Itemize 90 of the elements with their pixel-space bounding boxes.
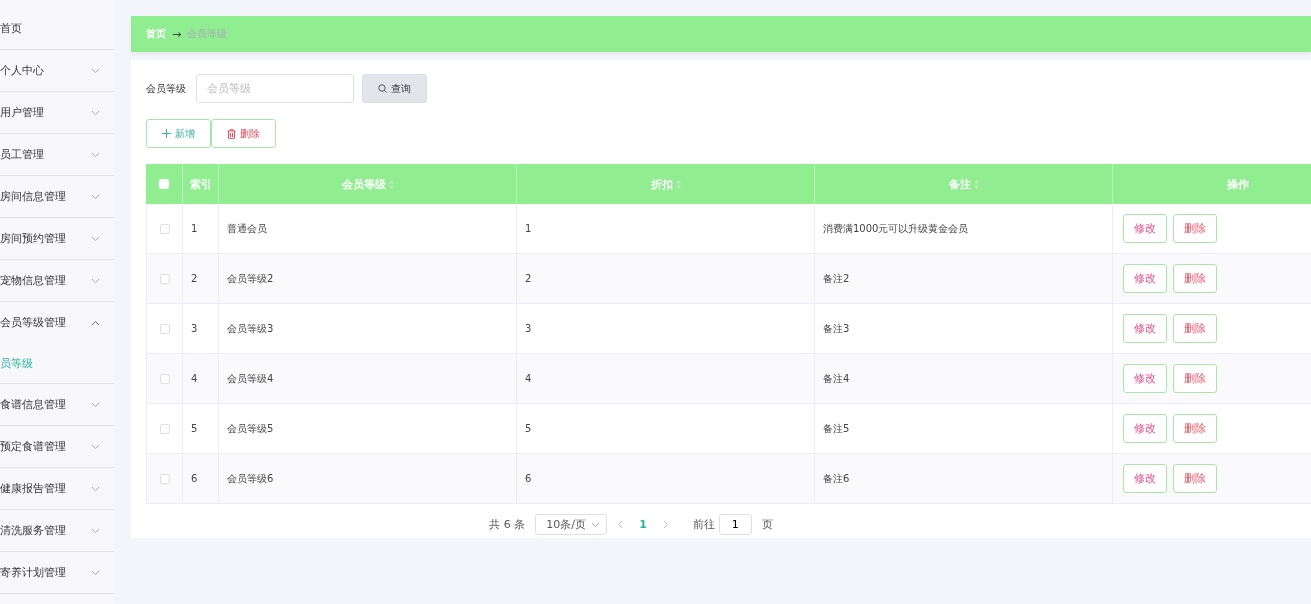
trash-icon: [227, 128, 236, 139]
delete-button[interactable]: 删除: [211, 119, 276, 148]
row-checkbox[interactable]: [159, 423, 170, 434]
chevron-down-icon[interactable]: [91, 151, 100, 158]
delete-button[interactable]: 删除: [1173, 364, 1217, 393]
row-checkbox[interactable]: [159, 373, 170, 384]
column-header: 操作: [1113, 164, 1311, 204]
edit-button[interactable]: 修改: [1123, 414, 1167, 443]
search-field[interactable]: 会员等级: [196, 74, 354, 103]
sidebar-item[interactable]: 寄养计划管理: [0, 565, 66, 580]
row-checkbox[interactable]: [159, 323, 170, 334]
sidebar-item[interactable]: 员工管理: [0, 147, 44, 162]
search-button[interactable]: 查询: [362, 74, 427, 103]
sidebar-item[interactable]: 房间预约管理: [0, 231, 66, 246]
breadcrumb-separator: →: [172, 27, 182, 41]
table-cell: 会员等级5: [227, 421, 274, 436]
chevron-down-icon[interactable]: [91, 109, 100, 116]
next-page-icon[interactable]: [662, 520, 669, 529]
table-cell: 4: [191, 373, 198, 384]
search-label: 会员等级: [146, 81, 186, 96]
page-suffix: 页: [761, 517, 773, 532]
chevron-down-icon[interactable]: [91, 569, 100, 576]
delete-button[interactable]: 删除: [1173, 464, 1217, 493]
table-cell: 备注2: [823, 271, 850, 286]
column-header: 索引: [183, 164, 219, 204]
sidebar-item[interactable]: 个人中心: [0, 63, 44, 78]
search-icon: [378, 84, 387, 93]
table-cell: 会员等级3: [227, 321, 274, 336]
sidebar-item[interactable]: 房间信息管理: [0, 189, 66, 204]
chevron-down-icon[interactable]: [91, 67, 100, 74]
table-cell: 3: [525, 323, 532, 334]
sidebar-item[interactable]: 首页: [0, 21, 22, 36]
table-cell: 备注6: [823, 471, 850, 486]
sidebar-item[interactable]: 宠物信息管理: [0, 273, 66, 288]
submenu-item[interactable]: 员等级: [0, 355, 33, 371]
chevron-down-icon[interactable]: [91, 485, 100, 492]
sidebar-item[interactable]: 预定食谱管理: [0, 439, 66, 454]
delete-button[interactable]: 删除: [1173, 414, 1217, 443]
page-number[interactable]: 1: [633, 518, 653, 531]
edit-button[interactable]: 修改: [1123, 264, 1167, 293]
table-cell: 消费满1000元可以升级黄金会员: [823, 221, 969, 236]
sidebar-item[interactable]: 食谱信息管理: [0, 397, 66, 412]
plus-icon: [162, 129, 171, 138]
table-cell: 会员等级4: [227, 371, 274, 386]
table-cell: 备注5: [823, 421, 850, 436]
table-cell: 5: [525, 423, 532, 434]
add-button[interactable]: 新增: [146, 119, 211, 148]
table-cell: 5: [191, 423, 198, 434]
table-cell: 1: [525, 223, 532, 234]
row-checkbox[interactable]: [159, 473, 170, 484]
chevron-down-icon[interactable]: [91, 443, 100, 450]
table-cell: 3: [191, 323, 198, 334]
select-all-checkbox[interactable]: [159, 179, 169, 189]
previous-page-icon[interactable]: [617, 520, 624, 529]
chevron-down-icon[interactable]: [91, 401, 100, 408]
table-cell: 备注4: [823, 371, 850, 386]
sidebar-item[interactable]: 用户管理: [0, 105, 44, 120]
table-cell: 1: [191, 223, 198, 234]
page-size-select[interactable]: 10条/页: [535, 514, 608, 535]
edit-button[interactable]: 修改: [1123, 314, 1167, 343]
table-cell: 会员等级2: [227, 271, 274, 286]
table-cell: 2: [525, 273, 532, 284]
edit-button[interactable]: 修改: [1123, 464, 1167, 493]
delete-button[interactable]: 删除: [1173, 214, 1217, 243]
table-cell: 6: [525, 473, 532, 484]
total-count: 共 6 条: [489, 517, 526, 532]
table-cell: 2: [191, 273, 198, 284]
sidebar-item[interactable]: 会员等级管理: [0, 315, 66, 330]
table-cell: 普通会员: [227, 221, 267, 236]
goto-label: 前往: [692, 517, 715, 532]
chevron-up-icon[interactable]: [91, 319, 100, 326]
edit-button[interactable]: 修改: [1123, 364, 1167, 393]
edit-button[interactable]: 修改: [1123, 214, 1167, 243]
delete-button[interactable]: 删除: [1173, 314, 1217, 343]
row-checkbox[interactable]: [159, 223, 170, 234]
sidebar-item[interactable]: 清洗服务管理: [0, 523, 66, 538]
row-checkbox[interactable]: [159, 273, 170, 284]
table-cell: 6: [191, 473, 198, 484]
breadcrumb-current: 会员等级: [187, 27, 228, 41]
goto-page-field[interactable]: 1: [718, 514, 752, 535]
table-cell: 4: [525, 373, 532, 384]
chevron-down-icon[interactable]: [91, 235, 100, 242]
chevron-down-icon[interactable]: [91, 527, 100, 534]
chevron-down-icon: [591, 521, 601, 528]
table-cell: 备注3: [823, 321, 850, 336]
table-cell: 会员等级6: [227, 471, 274, 486]
chevron-down-icon[interactable]: [91, 193, 100, 200]
sidebar-item[interactable]: 健康报告管理: [0, 481, 66, 496]
chevron-down-icon[interactable]: [91, 277, 100, 284]
delete-button[interactable]: 删除: [1173, 264, 1217, 293]
